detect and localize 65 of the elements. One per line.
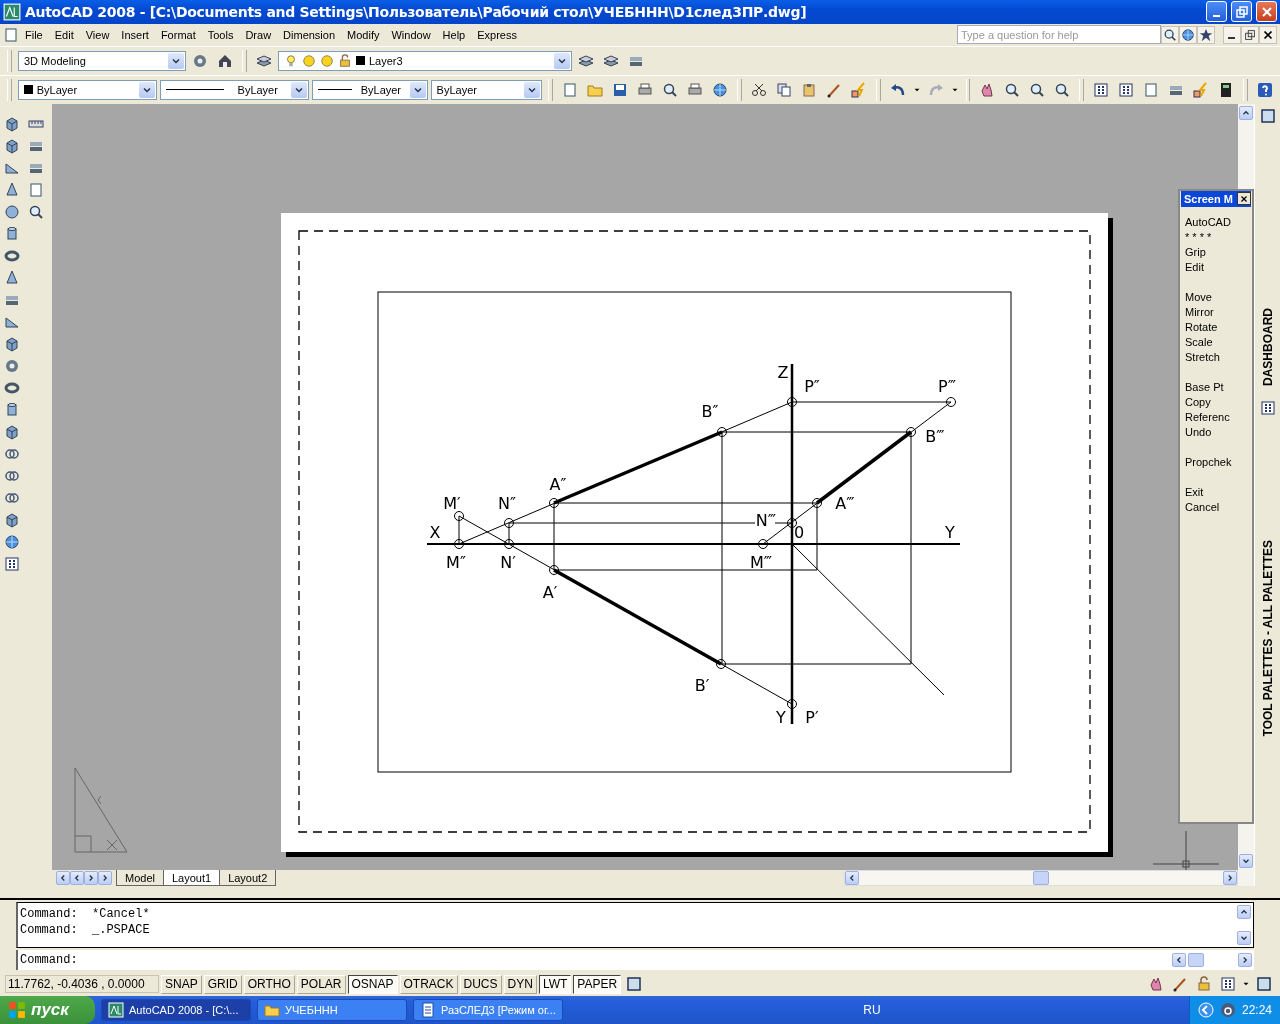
layer-dropdown[interactable]: Layer3 [278, 50, 572, 71]
point-label: Z [777, 362, 789, 382]
command-line-text: Command: *Cancel* [20, 906, 151, 923]
window-title: AutoCAD 2008 - [C:\Documents and Settings\Пользователь\Рабочий стол\УЧЕБННН\D1след3ПР.dwg] [25, 3, 808, 20]
status-toggle[interactable]: ORTHO [243, 974, 295, 994]
point-label: B‴ [925, 426, 945, 446]
point-label: A‴ [835, 493, 855, 513]
menu-item[interactable]: File [19, 28, 49, 41]
point-label: A′ [542, 582, 558, 602]
point-label: M‴ [749, 552, 773, 572]
coordinates-readout: 11.7762, -0.4036 , 0.0000 [5, 975, 159, 994]
color-dropdown[interactable]: ByLayer [17, 79, 158, 100]
point-label: A″ [549, 474, 567, 494]
point-label: M″ [446, 552, 466, 572]
taskbar-button[interactable]: РазСЛЕД3 [Режим ог... [413, 999, 563, 1021]
status-toggle[interactable]: SNAP [161, 974, 202, 994]
point-label: 0 [793, 522, 805, 542]
command-input-field[interactable]: Command: [16, 950, 1254, 971]
point-label: M′ [443, 493, 461, 513]
panel-title: Screen M [1184, 192, 1233, 205]
point-label: Y [776, 707, 786, 727]
menu-item[interactable]: View [79, 28, 116, 41]
menu-item[interactable]: Express [471, 28, 523, 41]
menu-item[interactable]: Insert [115, 28, 155, 41]
status-toggle[interactable]: GRID [203, 974, 242, 994]
status-toggle[interactable]: POLAR [296, 974, 346, 994]
point-label: N‴ [755, 510, 777, 530]
taskbar-button[interactable]: AutoCAD 2008 - [C:\... [101, 999, 251, 1021]
status-toggle[interactable]: OSNAP [347, 974, 398, 994]
language-indicator[interactable]: RU [863, 1003, 881, 1017]
taskbar-button[interactable]: УЧЕБННН [257, 999, 407, 1021]
point-label: P‴ [938, 376, 956, 396]
point-label: P′ [805, 707, 819, 727]
layout-tab[interactable]: Layout1 [162, 870, 221, 887]
help-search-field[interactable]: Type a question for help [957, 25, 1161, 45]
menu-item[interactable]: Help [436, 28, 472, 41]
layout-tab[interactable]: Layout2 [219, 870, 277, 887]
clock: 22:24 [1241, 1003, 1272, 1017]
tool-palettes-tab[interactable]: TOOL PALETTES - ALL PALETTES [1260, 539, 1275, 737]
status-toggle[interactable]: LWT [538, 974, 572, 994]
point-label: B′ [694, 675, 710, 695]
menu-item[interactable]: Modify [341, 28, 386, 41]
dashboard-palette-tab[interactable]: DASHBOARD [1260, 307, 1275, 386]
point-label: Y [945, 522, 955, 542]
point-label: B″ [701, 401, 719, 421]
menu-item[interactable]: Tools [201, 28, 240, 41]
command-line-text: Command: _.PSPACE [20, 922, 151, 939]
point-label: N′ [500, 552, 516, 572]
status-toggle[interactable]: DUCS [459, 974, 502, 994]
point-label: N″ [498, 493, 516, 513]
layout-tab[interactable]: Model [116, 870, 164, 887]
menu-item[interactable]: Draw [239, 28, 278, 41]
status-toggle[interactable]: OTRACK [399, 974, 458, 994]
point-label: P″ [804, 376, 820, 396]
menu-item[interactable]: Dimension [277, 28, 342, 41]
status-toggle[interactable]: DYN [503, 974, 537, 994]
menu-item[interactable]: Window [385, 28, 437, 41]
workspace-dropdown[interactable]: 3D Modeling [18, 50, 186, 71]
menu-item[interactable]: Format [154, 28, 202, 41]
status-toggle[interactable]: PAPER [573, 974, 622, 994]
menu-item[interactable]: Edit [48, 28, 80, 41]
linetype-dropdown[interactable]: ByLayer [160, 79, 310, 100]
point-label: X [429, 522, 441, 542]
lineweight-dropdown[interactable]: ByLayer [312, 79, 428, 100]
plotstyle-dropdown[interactable]: ByLayer [430, 79, 543, 100]
